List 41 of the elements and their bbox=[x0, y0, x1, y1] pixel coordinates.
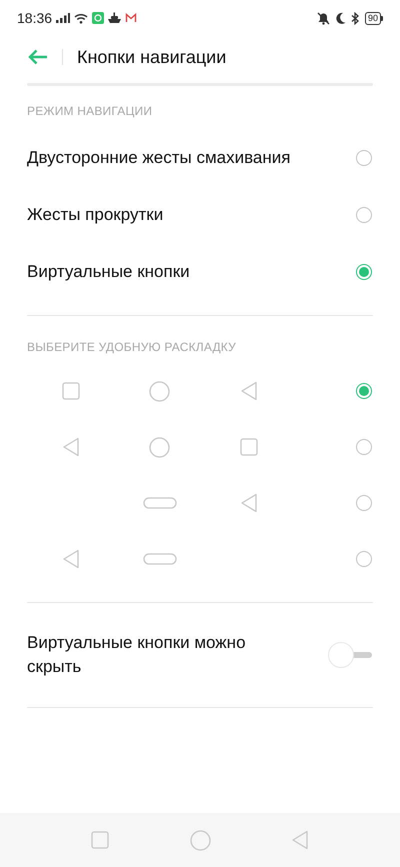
radio-button[interactable] bbox=[356, 551, 372, 567]
option-label: Виртуальные кнопки bbox=[27, 260, 190, 283]
muted-bell-icon bbox=[316, 12, 330, 24]
back-icon bbox=[62, 549, 80, 569]
toggle-switch[interactable] bbox=[328, 642, 372, 668]
signal-icon bbox=[56, 13, 70, 23]
section-heading: РЕЖИМ НАВИГАЦИИ bbox=[26, 103, 154, 120]
radio-button[interactable] bbox=[356, 264, 372, 280]
circle-icon bbox=[149, 436, 170, 458]
back-icon bbox=[62, 437, 80, 457]
pill-icon bbox=[142, 497, 176, 509]
status-time: 18:36 bbox=[17, 8, 52, 28]
radio-button[interactable] bbox=[356, 439, 372, 455]
nav-button[interactable] bbox=[188, 828, 212, 852]
wifi-icon bbox=[74, 12, 88, 24]
radio-button[interactable] bbox=[356, 495, 372, 511]
chat-app-icon bbox=[92, 12, 104, 24]
radio-button[interactable] bbox=[356, 383, 372, 399]
moon-icon bbox=[334, 12, 346, 24]
circle-icon bbox=[149, 380, 170, 402]
setting-label: Виртуальные кнопки можно скрыть bbox=[27, 632, 247, 678]
square-icon bbox=[91, 831, 109, 849]
radio-button[interactable] bbox=[356, 206, 372, 222]
radio-button[interactable] bbox=[356, 150, 372, 166]
back-button[interactable] bbox=[28, 49, 48, 65]
pill-icon bbox=[142, 553, 176, 565]
option-label: Жесты прокрутки bbox=[27, 204, 164, 226]
back-icon bbox=[240, 381, 258, 401]
section-heading: ВЫБЕРИТЕ УДОБНУЮ РАСКЛАДКУ bbox=[26, 339, 237, 356]
ship-icon bbox=[108, 12, 122, 24]
page-title: Кнопки навигации bbox=[77, 46, 226, 69]
mail-icon bbox=[125, 13, 138, 23]
option-label: Двусторонние жесты смахивания bbox=[27, 146, 290, 169]
square-icon bbox=[240, 438, 258, 456]
square-icon bbox=[62, 382, 80, 400]
bluetooth-icon bbox=[350, 12, 360, 24]
back-arrow-icon bbox=[28, 49, 48, 65]
nav-button[interactable] bbox=[88, 828, 112, 852]
circle-icon bbox=[190, 830, 210, 850]
back-icon bbox=[240, 493, 258, 513]
back-icon bbox=[291, 830, 309, 850]
